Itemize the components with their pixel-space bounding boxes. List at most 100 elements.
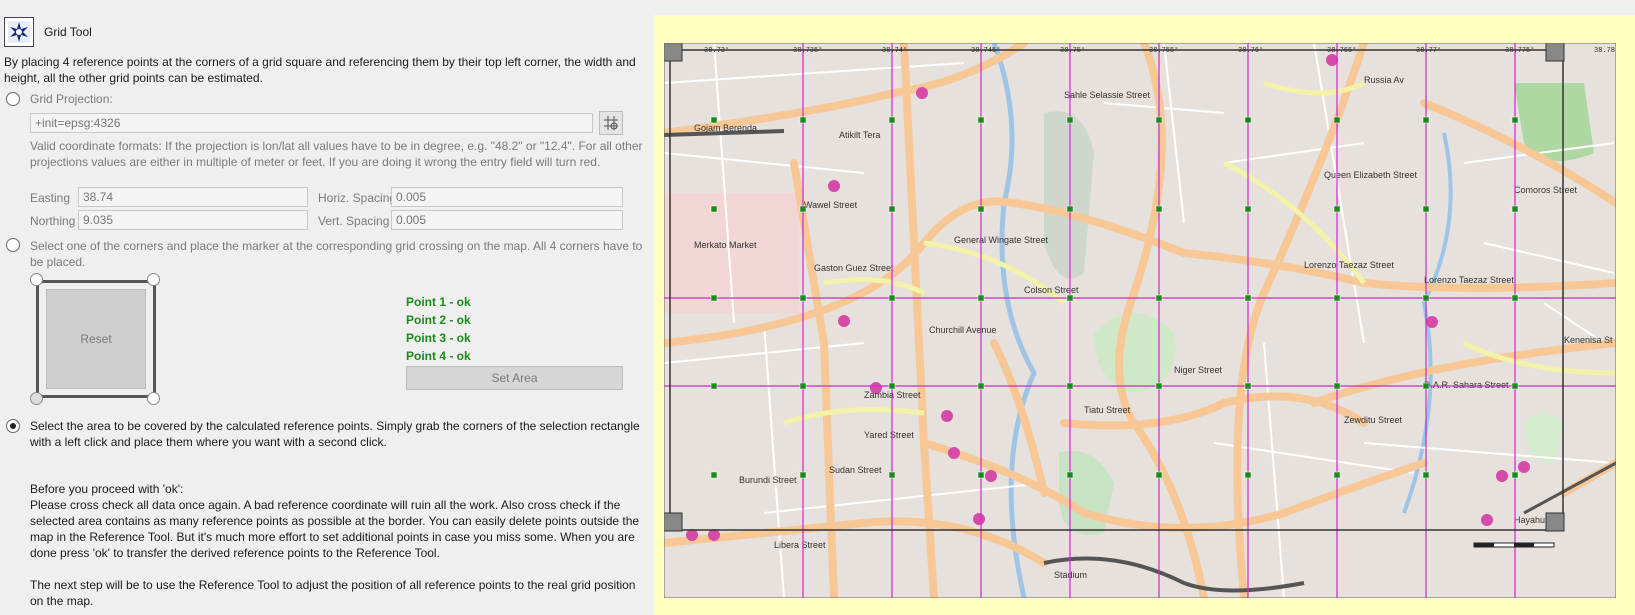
grid-point-marker[interactable]: [1155, 471, 1163, 479]
northing-field[interactable]: 9.035: [78, 210, 308, 230]
grid-point-marker[interactable]: [710, 471, 718, 479]
grid-point-marker[interactable]: [977, 294, 985, 302]
grid-point-marker[interactable]: [799, 471, 807, 479]
grid-point-marker[interactable]: [1333, 294, 1341, 302]
grid-point-marker[interactable]: [977, 116, 985, 124]
grid-tool-panel: Grid Tool By placing 4 reference points …: [0, 0, 655, 615]
grid-point-marker[interactable]: [1066, 471, 1074, 479]
grid-point-marker[interactable]: [1244, 205, 1252, 213]
point-1-status: Point 1 - ok: [406, 295, 471, 309]
grid-point-marker[interactable]: [1333, 116, 1341, 124]
street-label: Churchill Avenue: [929, 325, 996, 335]
grid-point-marker[interactable]: [710, 382, 718, 390]
street-label: Niger Street: [1174, 365, 1223, 375]
grid-point-marker[interactable]: [1333, 205, 1341, 213]
grid-point-marker[interactable]: [1244, 471, 1252, 479]
point-2-status: Point 2 - ok: [406, 313, 471, 327]
grid-point-marker[interactable]: [1511, 382, 1519, 390]
select-area-radio[interactable]: [6, 419, 20, 433]
grid-point-marker[interactable]: [1422, 294, 1430, 302]
grid-point-marker[interactable]: [1155, 294, 1163, 302]
grid-point-marker[interactable]: [1244, 294, 1252, 302]
grid-point-marker[interactable]: [1244, 382, 1252, 390]
grid-point-marker[interactable]: [1155, 205, 1163, 213]
street-label: Colson Street: [1024, 285, 1079, 295]
selection-corner-top-right[interactable]: [1545, 43, 1565, 62]
grid-point-marker[interactable]: [799, 116, 807, 124]
corner-handle-bottom-right[interactable]: [147, 392, 160, 405]
grid-point-marker[interactable]: [888, 205, 896, 213]
grid-point-marker[interactable]: [710, 205, 718, 213]
map-view[interactable]: Sahle Selassie Street Russia Av Wawel Stre…: [654, 15, 1635, 615]
grid-point-marker[interactable]: [1422, 382, 1430, 390]
longitude-tick-label: 38.78°: [1594, 46, 1616, 55]
grid-point-marker[interactable]: [1511, 471, 1519, 479]
grid-point-marker[interactable]: [1511, 294, 1519, 302]
projection-picker-button[interactable]: [599, 111, 623, 135]
grid-point-marker[interactable]: [799, 294, 807, 302]
grid-point-marker[interactable]: [1333, 382, 1341, 390]
easting-label: Easting: [30, 191, 71, 205]
corner-markers-radio[interactable]: [6, 238, 20, 252]
grid-point-marker[interactable]: [1511, 205, 1519, 213]
grid-projection-radio[interactable]: [6, 92, 20, 106]
grid-point-marker[interactable]: [799, 382, 807, 390]
grid-point-marker[interactable]: [888, 116, 896, 124]
corner-handle-bottom-left[interactable]: [30, 392, 43, 405]
longitude-tick-label: 38.76°: [1238, 46, 1263, 55]
selection-corner-top-left[interactable]: [664, 43, 683, 62]
grid-point-marker[interactable]: [977, 382, 985, 390]
grid-point-marker[interactable]: [710, 116, 718, 124]
street-label: Zewditu Street: [1344, 415, 1403, 425]
set-area-button[interactable]: Set Area: [406, 366, 623, 390]
selection-corner-bottom-right[interactable]: [1545, 512, 1565, 532]
street-label: Burundi Street: [739, 475, 797, 485]
grid-point-marker[interactable]: [1066, 382, 1074, 390]
grid-point-marker[interactable]: [710, 294, 718, 302]
grid-point-marker[interactable]: [1066, 205, 1074, 213]
grid-point-marker[interactable]: [1066, 294, 1074, 302]
street-label: Gaston Guez Street: [814, 263, 894, 273]
longitude-tick-label: 38.755°: [1149, 46, 1178, 55]
easting-field[interactable]: 38.74: [78, 187, 308, 207]
grid-point-marker[interactable]: [888, 471, 896, 479]
vert-spacing-field[interactable]: 0.005: [391, 210, 623, 230]
street-label: Kenenisa St: [1564, 335, 1613, 345]
corner-handle-top-left[interactable]: [30, 273, 43, 286]
grid-point-marker[interactable]: [888, 294, 896, 302]
grid-point-marker[interactable]: [1422, 471, 1430, 479]
street-label: General Wingate Street: [954, 235, 1049, 245]
grid-point-marker[interactable]: [1155, 116, 1163, 124]
grid-point-marker[interactable]: [977, 471, 985, 479]
grid-point-marker[interactable]: [1511, 116, 1519, 124]
reset-button[interactable]: Reset: [46, 289, 146, 389]
longitude-tick-label: 38.735°: [793, 46, 822, 55]
grid-point-marker[interactable]: [888, 382, 896, 390]
grid-point-marker[interactable]: [1422, 205, 1430, 213]
title-bar: Grid Tool: [4, 17, 92, 47]
horiz-spacing-field[interactable]: 0.005: [391, 187, 623, 207]
street-label: Russia Av: [1364, 75, 1404, 85]
street-label: Lorenzo Taezaz Street: [1424, 275, 1514, 285]
grid-point-marker[interactable]: [1333, 471, 1341, 479]
street-map[interactable]: Sahle Selassie Street Russia Av Wawel Stre…: [664, 43, 1616, 598]
selection-corner-bottom-left[interactable]: [664, 512, 683, 532]
grid-point-marker[interactable]: [799, 205, 807, 213]
grid-point-marker[interactable]: [977, 205, 985, 213]
window-title: Grid Tool: [44, 25, 92, 39]
projection-field[interactable]: +init=epsg:4326: [30, 113, 593, 133]
grid-point-marker[interactable]: [1422, 116, 1430, 124]
street-label: Sahle Selassie Street: [1064, 90, 1151, 100]
street-label: Yared Street: [864, 430, 914, 440]
grid-point-marker[interactable]: [1244, 116, 1252, 124]
grid-projection-label: Grid Projection:: [30, 92, 113, 106]
longitude-tick-label: 38.74°: [882, 46, 907, 55]
corner-handle-top-right[interactable]: [147, 273, 160, 286]
coordinate-help-text: Valid coordinate formats: If the project…: [30, 139, 643, 169]
grid-icon: [604, 116, 618, 130]
street-label: Sudan Street: [829, 465, 882, 475]
grid-point-marker[interactable]: [1066, 116, 1074, 124]
street-label: Merkato Market: [694, 240, 757, 250]
grid-point-marker[interactable]: [1155, 382, 1163, 390]
longitude-tick-label: 38.75°: [1060, 46, 1085, 55]
